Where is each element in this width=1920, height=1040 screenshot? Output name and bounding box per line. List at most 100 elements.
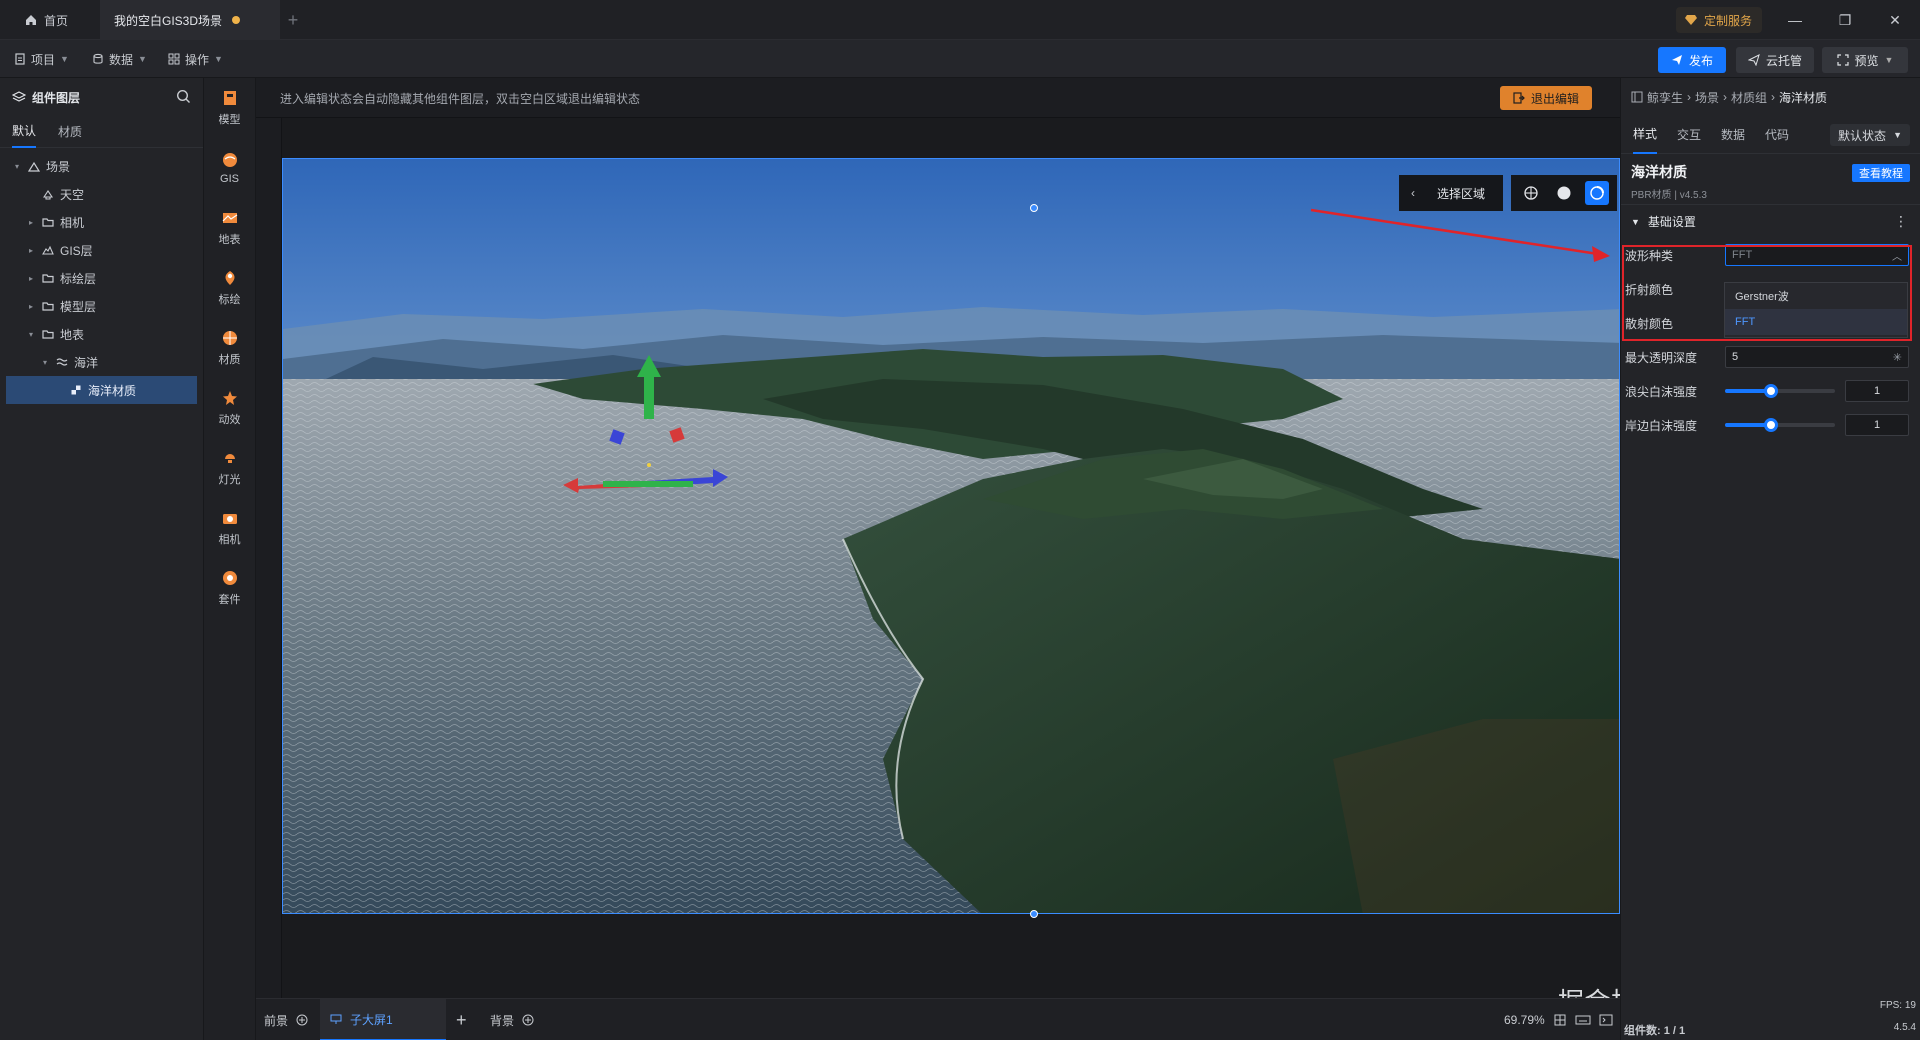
resize-handle-bottom[interactable] bbox=[1030, 910, 1038, 918]
max-depth-input[interactable]: 5 ✳ bbox=[1725, 346, 1909, 368]
max-depth-label: 最大透明深度 bbox=[1625, 350, 1698, 365]
tab-interaction[interactable]: 交互 bbox=[1677, 116, 1701, 154]
more-options-icon[interactable]: ⋮ bbox=[1894, 213, 1908, 230]
layer-tree-item[interactable]: ▸ 模型层 bbox=[0, 292, 203, 320]
crest-foam-input[interactable]: 1 bbox=[1845, 380, 1909, 402]
tab-code[interactable]: 代码 bbox=[1765, 116, 1789, 154]
caret-down-icon[interactable]: ▾ bbox=[12, 162, 22, 171]
front-layer-tab[interactable]: 前景 bbox=[264, 999, 308, 1040]
component-model[interactable]: 模型 bbox=[204, 78, 255, 138]
custom-service-button[interactable]: 定制服务 bbox=[1676, 7, 1763, 33]
search-icon[interactable] bbox=[176, 89, 191, 104]
add-circle-icon[interactable] bbox=[296, 1014, 308, 1026]
layer-tree-item[interactable]: ▾ 海洋 bbox=[0, 348, 203, 376]
fps-readout: FPS: 19 bbox=[1879, 1000, 1916, 1011]
preview-label: 预览 bbox=[1854, 53, 1879, 68]
caret-down-icon[interactable]: ▾ bbox=[26, 330, 36, 339]
layer-tree-label: 海洋材质 bbox=[88, 383, 137, 398]
fullscreen-icon bbox=[1836, 54, 1849, 66]
publish-button[interactable]: 发布 bbox=[1658, 47, 1726, 73]
wave-type-select[interactable]: FFT ︿ bbox=[1725, 244, 1909, 266]
tab-scene[interactable]: 我的空白GIS3D场景 bbox=[100, 0, 280, 40]
add-tab-button[interactable]: + bbox=[278, 0, 308, 40]
editor-canvas[interactable]: 进入编辑状态会自动隐藏其他组件图层，双击空白区域退出编辑状态 退出编辑 ‹ 选择… bbox=[256, 78, 1620, 998]
layer-tab-material[interactable]: 材质 bbox=[58, 116, 82, 148]
close-window-button[interactable]: ✕ bbox=[1872, 0, 1918, 40]
component-camera[interactable]: 相机 bbox=[204, 498, 255, 558]
max-depth-value: 5 bbox=[1732, 351, 1739, 363]
component-label: 套件 bbox=[218, 594, 241, 606]
state-select[interactable]: 默认状态 ▼ bbox=[1830, 124, 1910, 146]
layer-tree-item[interactable]: ▾ 地表 bbox=[0, 320, 203, 348]
fit-screen-icon[interactable] bbox=[1553, 1013, 1567, 1027]
status-bar: FPS: 19 组件数: 1 / 1 4.5.4 bbox=[1620, 998, 1920, 1040]
caret-right-icon[interactable]: ▸ bbox=[26, 302, 36, 311]
crest-foam-row: 浪尖白沫强度 1 bbox=[1621, 374, 1920, 408]
component-material[interactable]: 材质 bbox=[204, 318, 255, 378]
minimize-button[interactable]: — bbox=[1772, 0, 1818, 40]
material-icon bbox=[71, 385, 81, 395]
transform-gizmo[interactable] bbox=[553, 349, 743, 499]
layer-tree-label: 地表 bbox=[60, 327, 85, 342]
caret-right-icon[interactable]: ▸ bbox=[26, 246, 36, 255]
globe-view-button[interactable] bbox=[1519, 181, 1543, 205]
breadcrumb-item[interactable]: 场景 bbox=[1695, 89, 1719, 106]
sphere-view-button[interactable] bbox=[1552, 181, 1576, 205]
restore-button[interactable]: ❐ bbox=[1822, 0, 1868, 40]
gis-icon bbox=[42, 245, 54, 255]
layer-tree-item[interactable]: ▾ 场景 bbox=[0, 152, 203, 180]
folder-icon bbox=[42, 302, 54, 311]
chevron-left-icon: ‹ bbox=[1411, 186, 1415, 200]
add-circle-icon[interactable] bbox=[522, 1014, 534, 1026]
view-tutorial-button[interactable]: 查看教程 bbox=[1852, 164, 1910, 182]
menu-project[interactable]: 项目 ▼ bbox=[14, 47, 69, 71]
slider-handle[interactable] bbox=[1764, 418, 1779, 432]
component-gis[interactable]: GIS bbox=[204, 138, 255, 198]
tab-data[interactable]: 数据 bbox=[1721, 116, 1745, 154]
terminal-icon[interactable] bbox=[1599, 1013, 1613, 1027]
layer-tab-default[interactable]: 默认 bbox=[12, 116, 37, 148]
wave-option-fft[interactable]: FFT bbox=[1725, 309, 1907, 335]
exit-edit-button[interactable]: 退出编辑 bbox=[1500, 86, 1592, 110]
shore-foam-input[interactable]: 1 bbox=[1845, 414, 1909, 436]
menu-operate-label: 操作 bbox=[185, 52, 210, 67]
cloud-host-button[interactable]: 云托管 bbox=[1736, 47, 1814, 73]
background-layer-tab[interactable]: 背景 bbox=[490, 999, 534, 1040]
diamond-icon bbox=[1685, 15, 1697, 25]
resize-handle-top[interactable] bbox=[1030, 204, 1038, 212]
breadcrumb-item[interactable]: 鲸孪生 bbox=[1647, 89, 1683, 106]
component-effect[interactable]: 动效 bbox=[204, 378, 255, 438]
component-light[interactable]: 灯光 bbox=[204, 438, 255, 498]
crest-foam-slider[interactable] bbox=[1725, 384, 1835, 398]
layer-tree-item[interactable]: ▸ 标绘层 bbox=[0, 264, 203, 292]
tab-home[interactable]: 首页 bbox=[10, 0, 86, 40]
wave-option-gerstner[interactable]: Gerstner波 bbox=[1725, 283, 1907, 309]
component-label: GIS bbox=[220, 173, 239, 185]
select-area-button[interactable]: ‹ 选择区域 bbox=[1399, 175, 1503, 211]
tab-style[interactable]: 样式 bbox=[1633, 116, 1658, 154]
basic-settings-header[interactable]: ▼ 基础设置 ⋮ bbox=[1621, 204, 1920, 238]
keyboard-icon[interactable] bbox=[1575, 1013, 1591, 1027]
caret-right-icon[interactable]: ▸ bbox=[26, 274, 36, 283]
orbit-view-button[interactable] bbox=[1584, 181, 1609, 205]
layer-tree-item[interactable]: 海洋材质 bbox=[6, 376, 197, 404]
slider-handle[interactable] bbox=[1764, 384, 1779, 398]
menu-data[interactable]: 数据 ▼ bbox=[92, 47, 147, 71]
add-screen-button[interactable]: + bbox=[456, 999, 467, 1040]
caret-right-icon[interactable]: ▸ bbox=[26, 218, 36, 227]
breadcrumb-item[interactable]: 材质组 bbox=[1731, 89, 1767, 106]
preview-button[interactable]: 预览 ▼ bbox=[1822, 47, 1908, 73]
layer-tree-item[interactable]: 天空 bbox=[0, 180, 203, 208]
shore-foam-slider[interactable] bbox=[1725, 418, 1835, 432]
child-screen-tab[interactable]: 子大屏1 bbox=[320, 999, 446, 1040]
layer-tree-item[interactable]: ▸ 相机 bbox=[0, 208, 203, 236]
view-tools bbox=[1511, 175, 1617, 211]
scene-viewport[interactable]: ‹ 选择区域 bbox=[282, 158, 1620, 914]
caret-down-icon[interactable]: ▾ bbox=[40, 358, 50, 367]
component-terrain[interactable]: 地表 bbox=[204, 198, 255, 258]
component-kit[interactable]: 套件 bbox=[204, 558, 255, 618]
send-icon bbox=[1671, 55, 1682, 65]
component-marker[interactable]: 标绘 bbox=[204, 258, 255, 318]
layer-tree-item[interactable]: ▸ GIS层 bbox=[0, 236, 203, 264]
menu-operate[interactable]: 操作 ▼ bbox=[168, 47, 223, 71]
